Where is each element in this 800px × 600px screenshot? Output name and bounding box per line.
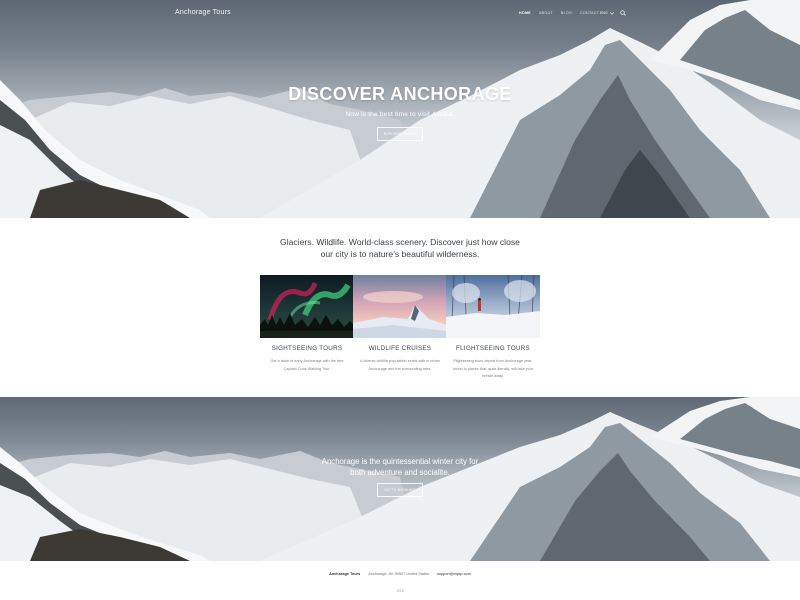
language-label: ENG [600,11,608,15]
hero-section: Anchorage Tours HOME ABOUT BLOG CONTACT … [0,0,800,218]
northern-lights-image [260,275,354,338]
intro-text: Glaciers. Wildlife. World-class scenery.… [280,237,520,259]
tour-card-flightseeing[interactable]: FLIGHTSEEING TOURS Flightseeing tours de… [446,275,540,381]
explore-tours-button[interactable]: EXPLORE TOURS [377,127,423,141]
tour-card-sightseeing[interactable]: SIGHTSEEING TOURS Get a taste of early A… [260,275,354,373]
chevron-down-icon [609,11,614,15]
nav-link-home[interactable]: HOME [519,11,531,15]
nav-link-blog[interactable]: BLOG [561,11,572,15]
brand-logo[interactable]: Anchorage Tours [175,9,231,16]
tour-card-title: SIGHTSEEING TOURS [271,345,343,352]
mountain-landscape-image [0,397,800,561]
nav-links: HOME ABOUT BLOG CONTACT [519,11,599,15]
top-navbar: Anchorage Tours HOME ABOUT BLOG CONTACT … [0,0,800,26]
tour-card-title: WILDLIFE CRUISES [368,345,432,352]
tour-card-text: Get a taste of early Anchorage with the … [270,359,344,371]
hiker-snowy-forest-image [446,275,540,338]
footer-info: Anchorage Tours Anchorage, AK 99507 Unit… [0,572,800,576]
mountain-landscape-image [0,0,800,218]
nav-link-about[interactable]: ABOUT [539,11,553,15]
search-icon[interactable] [620,10,626,16]
footer-email-link[interactable]: support@mysp.com [437,572,471,576]
banner-text: Anchorage is the quintessential winter c… [321,457,479,477]
language-selector[interactable]: ENG [600,11,614,15]
go-to-booking-button[interactable]: GO TO BOOKING [377,483,423,497]
booking-banner: Anchorage is the quintessential winter c… [0,397,800,561]
hero-title: DISCOVER ANCHORAGE [288,84,512,104]
tour-card-text: A diverse wildlife population exists wit… [360,359,440,371]
footer-brand: Anchorage Tours [329,572,361,576]
tour-card-text: Flightseeing tours depart from Anchorage… [452,359,534,378]
footer-address: Anchorage, AK 99507 United States [368,572,430,576]
nav-link-contact[interactable]: CONTACT [580,11,599,15]
footer-copyright: 2016 [396,589,404,593]
hero-subtitle: Now is the best time to visit Alaska. [345,111,455,118]
tour-card-wildlife[interactable]: WILDLIFE CRUISES A diverse wildlife popu… [353,275,447,373]
tour-card-title: FLIGHTSEEING TOURS [456,345,530,352]
snowy-peak-sunset-image [353,275,447,338]
